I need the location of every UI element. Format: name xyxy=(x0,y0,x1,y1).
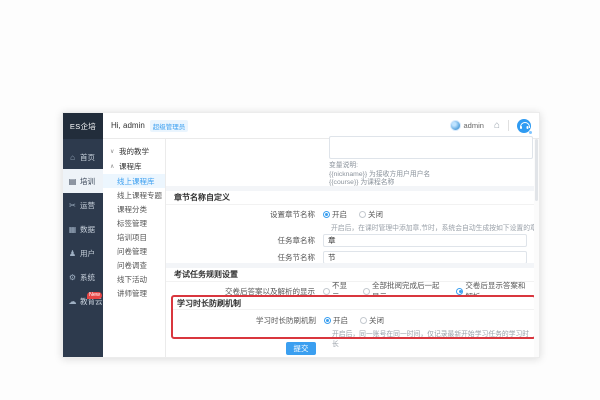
radio-label: 开启 xyxy=(333,315,348,326)
chevron-down-icon: ∨ xyxy=(110,148,116,155)
nav-group-course-library[interactable]: ∧ 课程库 xyxy=(103,159,165,174)
primary-sidebar: ES企培 ⌂ 首页 ▤ 培训 ✂ 运营 ▦ 数据 xyxy=(63,113,103,357)
sidebar-item-label: 用户 xyxy=(80,248,95,259)
radio-selected-icon xyxy=(456,288,463,295)
system-icon: ⚙ xyxy=(68,273,77,282)
nav-item-online-course-topics[interactable]: 线上课程专题 xyxy=(103,188,165,202)
radio-chapter-off[interactable]: 关闭 xyxy=(359,209,383,220)
radio-selected-icon xyxy=(323,211,330,218)
nav-item-course-categories[interactable]: 课程分类 xyxy=(103,202,165,216)
chevron-up-icon: ∧ xyxy=(110,163,116,170)
secondary-sidebar: ∨ 我的教学 ∧ 课程库 线上课程库 线上课程专题 课程分类 标签管理 培训项目… xyxy=(103,139,166,357)
training-icon: ▤ xyxy=(68,177,77,186)
primary-nav: ⌂ 首页 ▤ 培训 ✂ 运营 ▦ 数据 ♟ 用户 xyxy=(63,139,103,357)
nav-item-lecturer-management[interactable]: 讲师管理 xyxy=(103,286,165,300)
nav-group-label: 课程库 xyxy=(119,161,142,172)
radio-selected-icon xyxy=(324,317,331,324)
sidebar-item-label: 系统 xyxy=(80,272,95,283)
section-title-antibrush: 学习时长防刷机制 xyxy=(173,297,534,310)
nav-item-offline-activities[interactable]: 线下活动 xyxy=(103,272,165,286)
nav-item-tag-management[interactable]: 标签管理 xyxy=(103,216,165,230)
right-column: Hi, admin 超级管理员 admin ⌂ ∨ 我的教学 ∧ xyxy=(103,113,539,357)
field-label: 学习时长防刷机制 xyxy=(173,315,324,326)
sidebar-item-data[interactable]: ▦ 数据 xyxy=(63,217,103,241)
nav-item-questionnaire-management[interactable]: 问卷管理 xyxy=(103,244,165,258)
radio-antibrush-off[interactable]: 关闭 xyxy=(360,315,384,326)
header-username[interactable]: admin xyxy=(464,121,484,130)
radio-unselected-icon xyxy=(363,288,370,295)
nav-item-label: 课程分类 xyxy=(117,204,147,215)
radio-unselected-icon xyxy=(359,211,366,218)
radio-unselected-icon xyxy=(360,317,367,324)
sidebar-item-users[interactable]: ♟ 用户 xyxy=(63,241,103,265)
notice-line: {{nickname}} 为接收方用户用户名 xyxy=(329,171,430,180)
radio-antibrush-on[interactable]: 开启 xyxy=(324,315,348,326)
page-background: ES企培 ⌂ 首页 ▤ 培训 ✂ 运营 ▦ 数据 xyxy=(0,0,600,400)
nav-item-label: 问卷调查 xyxy=(117,260,147,271)
sidebar-item-home[interactable]: ⌂ 首页 xyxy=(63,145,103,169)
message-template-textarea[interactable] xyxy=(329,136,533,159)
data-icon: ▦ xyxy=(68,225,77,234)
radio-label: 关闭 xyxy=(369,315,384,326)
chapter-name-input[interactable] xyxy=(323,234,527,247)
radio-unselected-icon xyxy=(323,288,330,295)
field-label: 设置章节名称 xyxy=(166,209,323,220)
user-avatar[interactable] xyxy=(450,120,461,131)
nav-group-my-teaching[interactable]: ∨ 我的教学 xyxy=(103,144,165,159)
nav-item-label: 线下活动 xyxy=(117,274,147,285)
radio-label: 开启 xyxy=(332,209,347,220)
sidebar-item-label: 运营 xyxy=(80,200,95,211)
nav-item-label: 问卷管理 xyxy=(117,246,147,257)
form-row-set-chapter-name: 设置章节名称 开启 关闭 xyxy=(166,208,539,220)
field-label: 任务章名称 xyxy=(166,235,323,246)
nav-group-label: 我的教学 xyxy=(119,146,149,157)
sidebar-item-system[interactable]: ⚙ 系统 xyxy=(63,265,103,289)
sidebar-item-operations[interactable]: ✂ 运营 xyxy=(63,193,103,217)
nav-item-label: 培训项目 xyxy=(117,232,147,243)
app-window: ES企培 ⌂ 首页 ▤ 培训 ✂ 运营 ▦ 数据 xyxy=(62,112,540,358)
users-icon: ♟ xyxy=(68,249,77,258)
content-scrollbar[interactable] xyxy=(534,139,539,357)
form-row-antibrush: 学习时长防刷机制 开启 关闭 xyxy=(173,314,534,326)
radio-chapter-on[interactable]: 开启 xyxy=(323,209,347,220)
customer-service-icon[interactable] xyxy=(517,119,531,133)
app-logo: ES企培 xyxy=(63,113,103,139)
cloud-icon: ☁ xyxy=(68,297,77,306)
operations-icon: ✂ xyxy=(68,201,77,210)
home-icon: ⌂ xyxy=(68,153,77,162)
nav-item-label: 线上课程专题 xyxy=(117,190,162,201)
nav-item-label: 讲师管理 xyxy=(117,288,147,299)
highlighted-antibrush-section: 学习时长防刷机制 学习时长防刷机制 开启 关闭 开启后，同一账号在同一时间，仅记… xyxy=(171,295,536,339)
nav-item-label: 标签管理 xyxy=(117,218,147,229)
greeting-text: Hi, admin xyxy=(111,121,145,130)
scrollbar-thumb[interactable] xyxy=(535,139,538,201)
sidebar-item-label: 数据 xyxy=(80,224,95,235)
nav-item-training-projects[interactable]: 培训项目 xyxy=(103,230,165,244)
settings-content: 变量说明: {{nickname}} 为接收方用户用户名 {{course}} … xyxy=(166,139,539,357)
nav-item-questionnaire-survey[interactable]: 问卷调查 xyxy=(103,258,165,272)
home-icon[interactable]: ⌂ xyxy=(494,120,500,131)
body-row: ∨ 我的教学 ∧ 课程库 线上课程库 线上课程专题 课程分类 标签管理 培训项目… xyxy=(103,139,539,357)
submit-button[interactable]: 提交 xyxy=(286,342,316,355)
role-badge[interactable]: 超级管理员 xyxy=(150,120,189,132)
new-badge: New xyxy=(87,292,102,299)
field-label: 任务节名称 xyxy=(166,252,323,263)
section-title-chapter-naming: 章节名称自定义 xyxy=(166,191,539,205)
antibrush-hint-text: 开启后，同一账号在同一时间，仅记录最新开始学习任务的学习时长 xyxy=(332,328,534,348)
nav-item-label: 线上课程库 xyxy=(117,176,155,187)
sidebar-item-training[interactable]: ▤ 培训 xyxy=(63,169,103,193)
form-row-chapter-name: 任务章名称 xyxy=(166,234,539,247)
header-divider xyxy=(508,120,509,131)
sidebar-item-label: 首页 xyxy=(80,152,95,163)
sidebar-item-edu-cloud[interactable]: ☁ 教育云 New xyxy=(63,289,103,313)
nav-item-online-course-library[interactable]: 线上课程库 xyxy=(103,174,165,188)
notice-title: 变量说明: xyxy=(329,162,430,171)
radio-label: 关闭 xyxy=(368,209,383,220)
sidebar-item-label: 培训 xyxy=(80,176,95,187)
variable-help-text: 变量说明: {{nickname}} 为接收方用户用户名 {{course}} … xyxy=(329,162,430,188)
